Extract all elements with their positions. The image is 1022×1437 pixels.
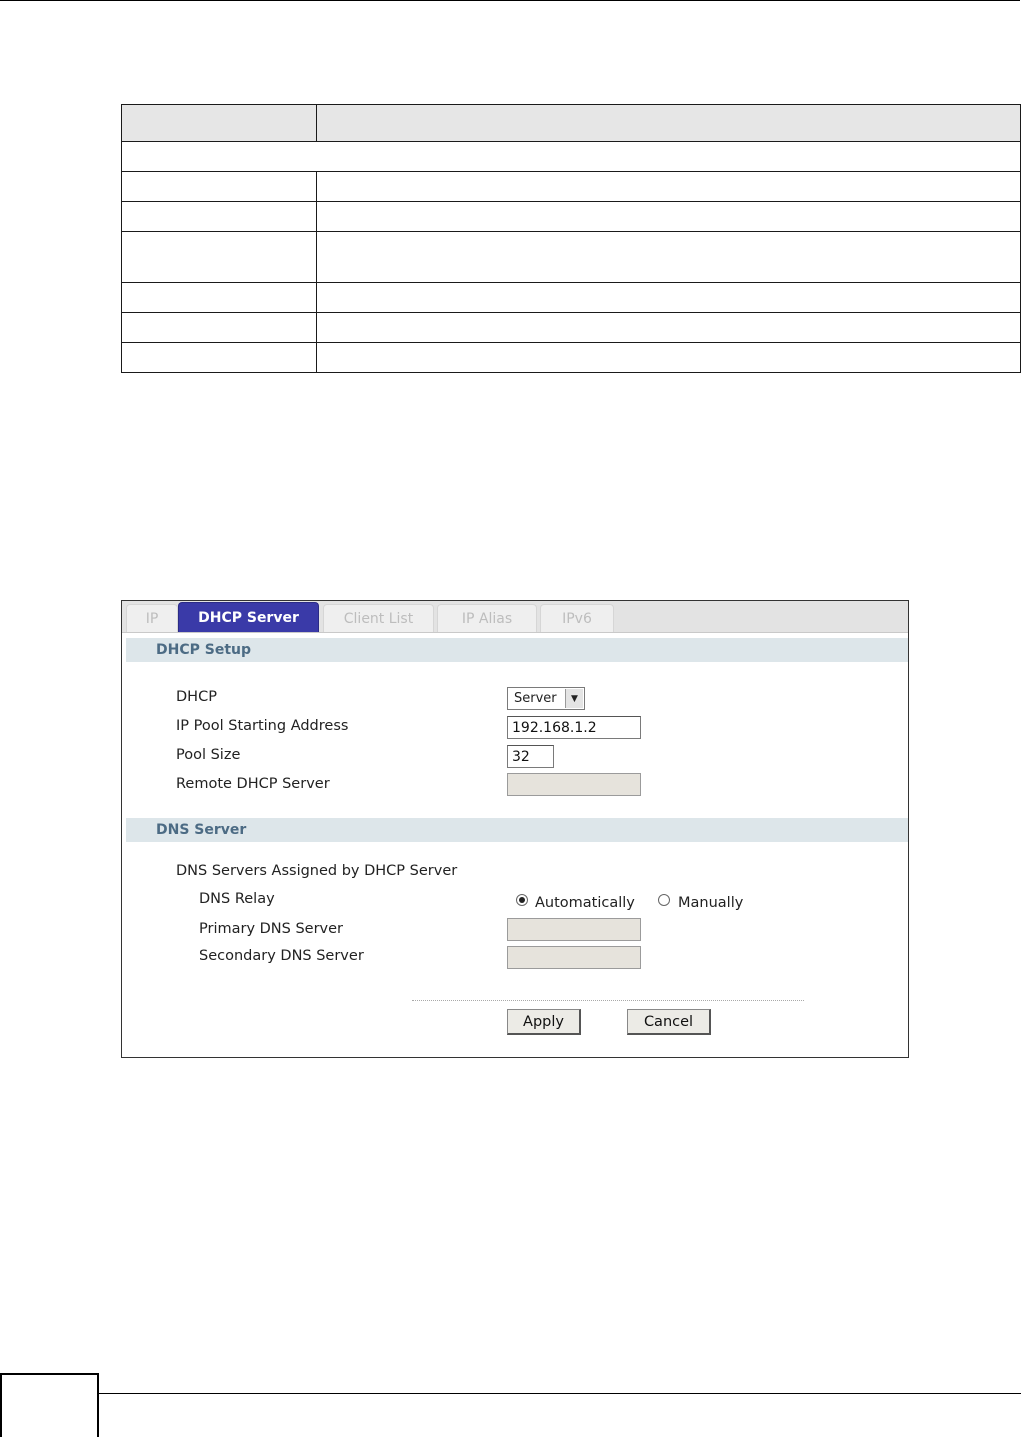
dns-relay-label: DNS Relay [199,891,275,907]
table-row [121,312,1021,343]
apply-button[interactable]: Apply [507,1009,581,1035]
divider [412,1000,804,1001]
dns-relay-auto-radio[interactable] [516,894,528,906]
dhcp-server-screen: IP DHCP Server Client List IP Alias IPv6… [121,600,909,1058]
tab-ip-alias[interactable]: IP Alias [437,604,537,632]
pool-start-input[interactable] [507,716,641,739]
page-top-rule [0,0,1020,1]
table-row [121,171,1021,202]
primary-dns-input[interactable] [507,918,641,941]
tab-ip[interactable]: IP [126,604,178,632]
page-number-box [0,1373,99,1437]
dhcp-label: DHCP [176,689,217,705]
tab-bar: IP DHCP Server Client List IP Alias IPv6 [122,601,908,633]
footer-rule [99,1393,1021,1394]
dns-relay-auto-label[interactable]: Automatically [535,895,635,911]
dns-assigned-label: DNS Servers Assigned by DHCP Server [176,863,458,879]
dhcp-setup-heading: DHCP Setup [126,638,908,662]
dns-relay-manual-radio[interactable] [658,894,670,906]
remote-dhcp-server-label: Remote DHCP Server [176,776,330,792]
secondary-dns-input[interactable] [507,946,641,969]
reference-table [121,104,1021,373]
pool-size-label: Pool Size [176,747,241,763]
primary-dns-label: Primary DNS Server [199,921,344,937]
dns-server-heading: DNS Server [126,818,908,842]
tab-client-list[interactable]: Client List [323,604,434,632]
table-header-row [121,104,1021,142]
secondary-dns-label: Secondary DNS Server [199,948,364,964]
pool-size-input[interactable] [507,745,554,768]
table-row [121,282,1021,313]
chevron-down-icon[interactable]: ▼ [565,689,583,708]
tab-ipv6[interactable]: IPv6 [540,604,614,632]
tab-dhcp-server[interactable]: DHCP Server [178,602,319,632]
table-row [121,141,1021,172]
table-row [121,342,1021,373]
dhcp-mode-value: Server [514,691,557,706]
remote-dhcp-server-input[interactable] [507,773,641,796]
cancel-button[interactable]: Cancel [627,1009,711,1035]
table-row [121,231,1021,283]
dns-relay-manual-label[interactable]: Manually [678,895,743,911]
table-row [121,201,1021,232]
pool-start-label: IP Pool Starting Address [176,718,349,734]
dhcp-mode-select[interactable]: Server ▼ [507,687,585,710]
